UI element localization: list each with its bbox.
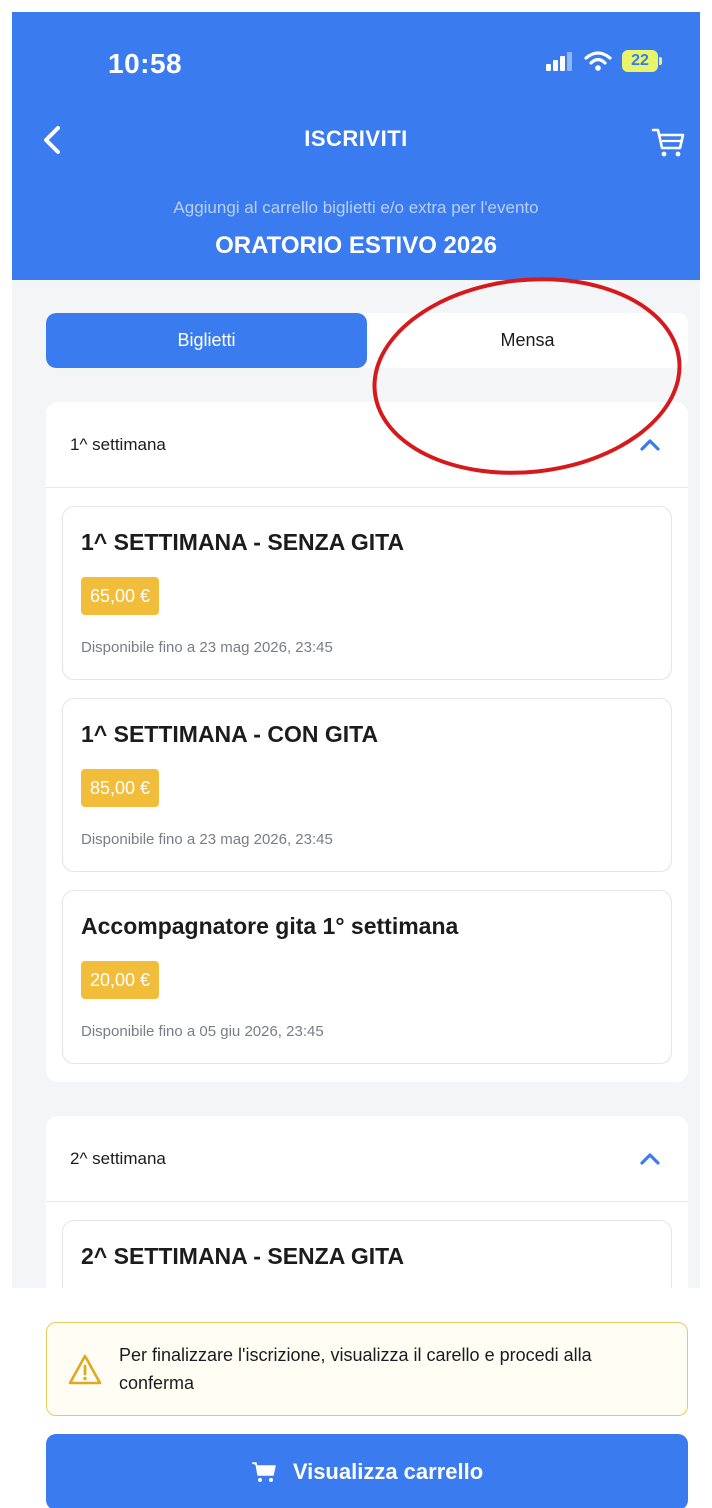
status-time: 10:58	[108, 48, 183, 79]
availability-text: Disponibile fino a 23 mag 2026, 23:45	[81, 639, 333, 656]
group-header-week-2[interactable]: 2^ settimana	[46, 1116, 688, 1202]
price-badge: 85,00 €	[81, 769, 160, 807]
group-title: 1^ settimana	[70, 434, 166, 454]
battery-level: 22	[622, 50, 658, 72]
signal-icon	[546, 52, 572, 71]
header-subtitle: Aggiungi al carrello biglietti e/o extra…	[173, 198, 539, 217]
event-name: ORATORIO ESTIVO 2026	[215, 232, 497, 259]
tab-bar: Biglietti Mensa	[46, 313, 688, 368]
availability-text: Disponibile fino a 05 giu 2026, 23:45	[81, 1023, 324, 1040]
view-cart-label: Visualizza carrello	[292, 1459, 484, 1484]
ticket-name: Accompagnatore gita 1° settimana	[81, 913, 459, 939]
warning-icon	[68, 1354, 102, 1385]
battery-icon: 22	[622, 50, 662, 72]
wifi-icon	[584, 51, 612, 71]
price-badge: 65,00 €	[81, 577, 160, 615]
ticket-card[interactable]: 1^ SETTIMANA - SENZA GITA 65,00 € Dispon…	[62, 506, 672, 680]
tab-biglietti[interactable]: Biglietti	[46, 313, 367, 368]
bottom-panel: Per finalizzare l'iscrizione, visualizza…	[12, 1288, 700, 1508]
cart-icon	[251, 1462, 276, 1482]
header: 10:58 22 ISCRIVITI Aggiungi al carrello …	[12, 12, 700, 280]
availability-text: Disponibile fino a 23 mag 2026, 23:45	[81, 831, 333, 848]
cart-icon[interactable]	[648, 122, 688, 162]
group-header-week-1[interactable]: 1^ settimana	[46, 402, 688, 488]
warning-box: Per finalizzare l'iscrizione, visualizza…	[46, 1322, 688, 1416]
chevron-up-icon	[640, 438, 660, 451]
app-screen: 10:58 22 ISCRIVITI Aggiungi al carrello …	[12, 12, 700, 1508]
group-week-1: 1^ settimana 1^ SETTIMANA - SENZA GITA 6…	[46, 402, 688, 1082]
ticket-card[interactable]: Accompagnatore gita 1° settimana 20,00 €…	[62, 890, 672, 1064]
chevron-up-icon	[640, 1152, 660, 1165]
warning-text: Per finalizzare l'iscrizione, visualizza…	[119, 1345, 592, 1393]
ticket-card[interactable]: 1^ SETTIMANA - CON GITA 85,00 € Disponib…	[62, 698, 672, 872]
group-title: 2^ settimana	[70, 1148, 166, 1168]
view-cart-button[interactable]: Visualizza carrello	[46, 1434, 688, 1508]
page-title: ISCRIVITI	[304, 126, 408, 151]
status-icons: 22	[546, 50, 662, 72]
tab-mensa[interactable]: Mensa	[367, 313, 688, 368]
ticket-name: 1^ SETTIMANA - SENZA GITA	[81, 529, 405, 555]
price-badge: 20,00 €	[81, 961, 160, 999]
ticket-name: 2^ SETTIMANA - SENZA GITA	[81, 1243, 405, 1269]
ticket-name: 1^ SETTIMANA - CON GITA	[81, 721, 379, 747]
